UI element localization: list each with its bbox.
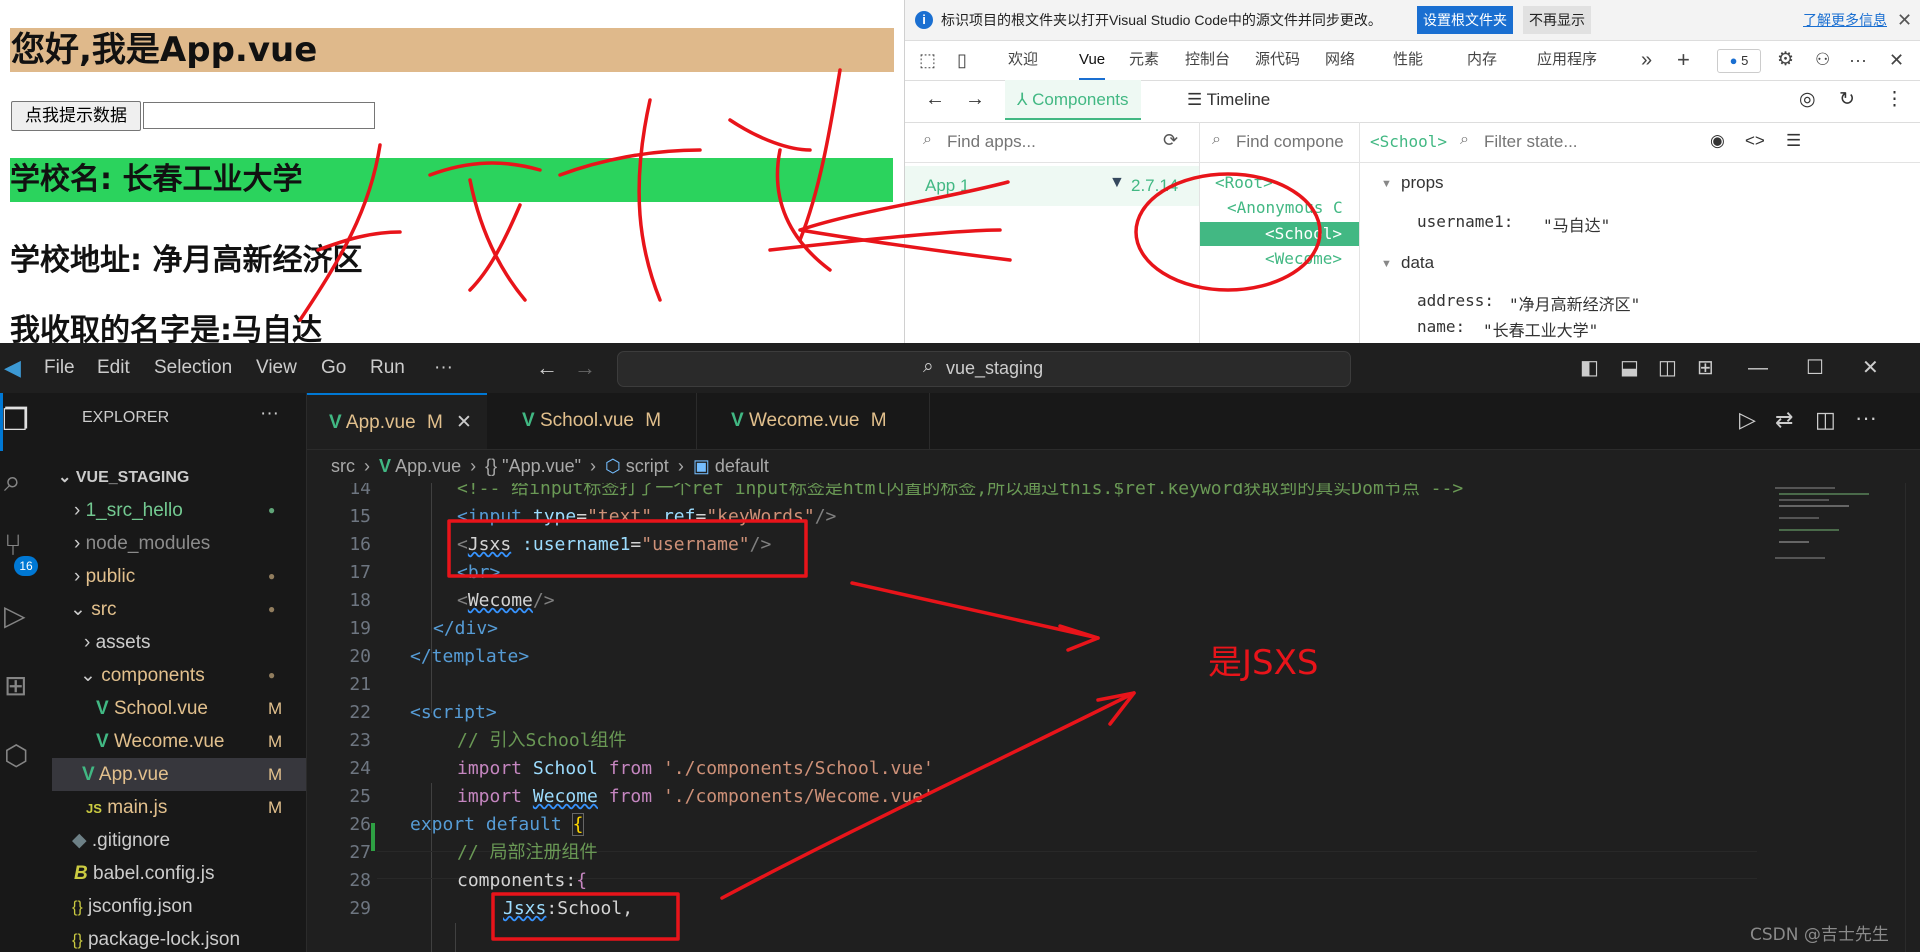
annotation-overlay: 是JSXS CSDN @吉士先生	[298, 68, 1889, 945]
annotation-note: 是JSXS	[1208, 643, 1318, 683]
csdn-watermark: CSDN @吉士先生	[1750, 925, 1889, 945]
